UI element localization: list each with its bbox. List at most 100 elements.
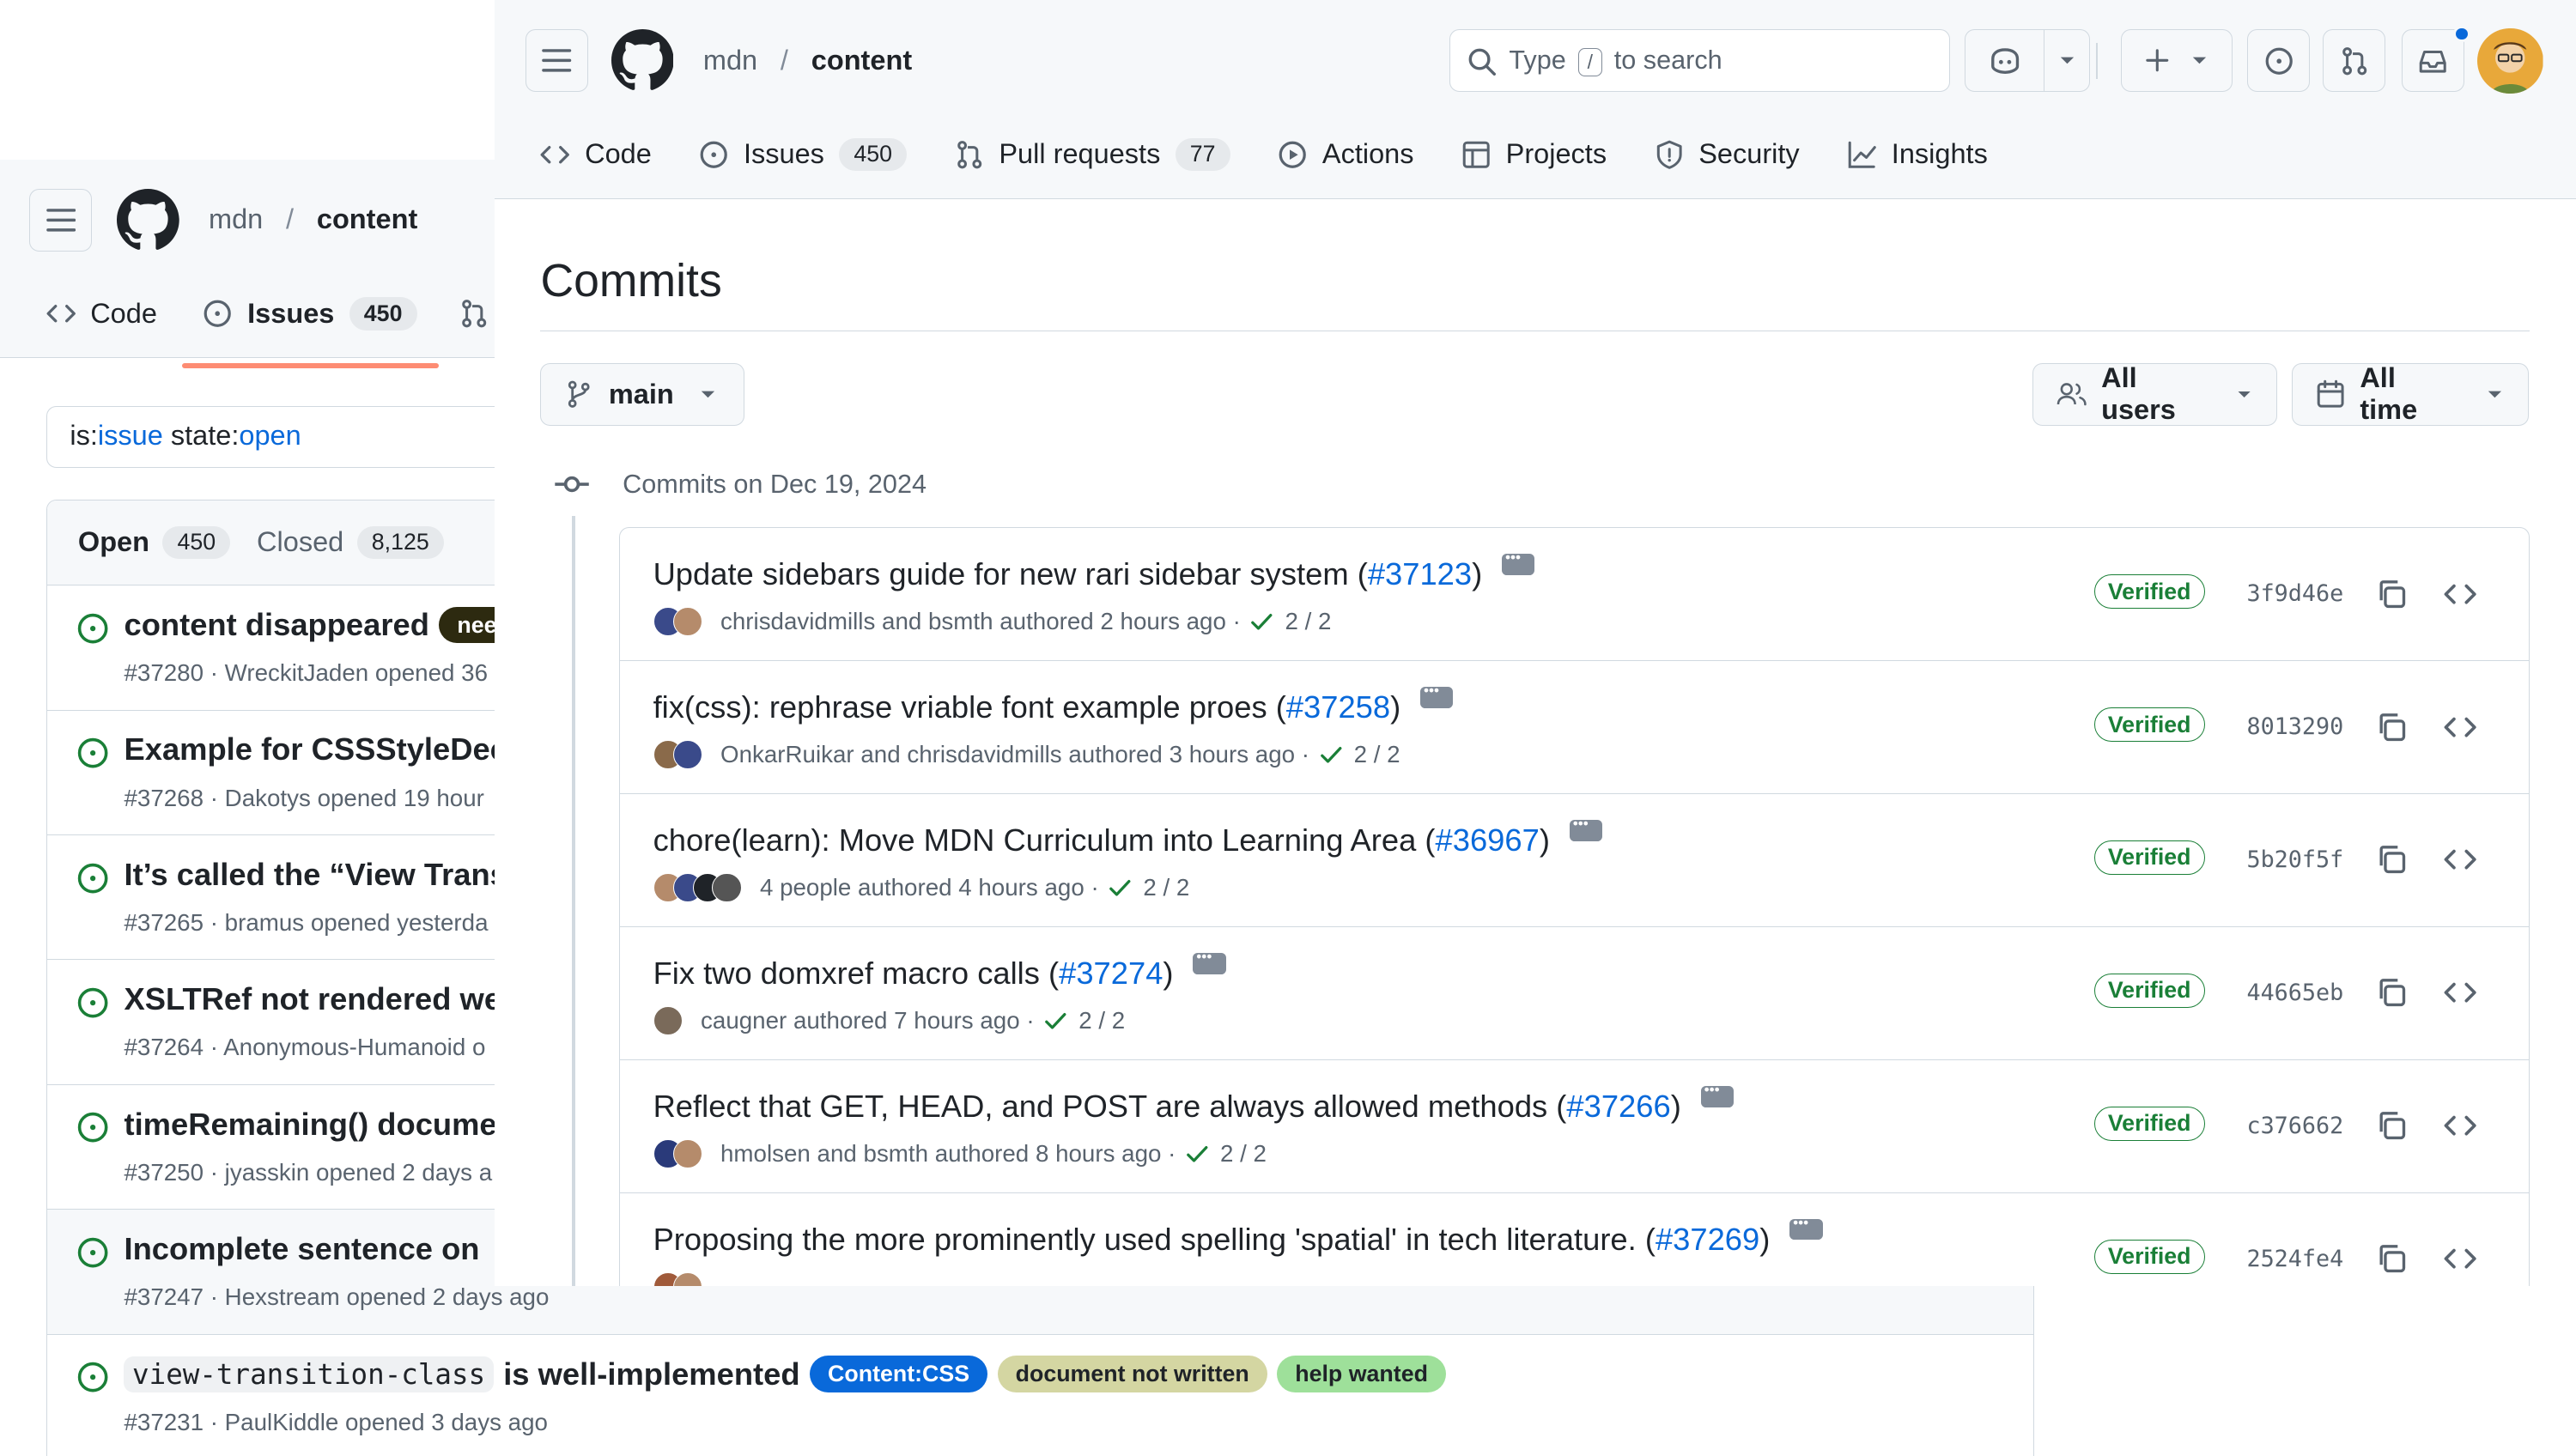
inbox-button[interactable] — [2402, 25, 2470, 93]
issue-title[interactable]: timeRemaining() docume — [124, 1107, 496, 1143]
author-avatar[interactable] — [672, 1271, 702, 1287]
commit-row[interactable]: chore(learn): Move MDN Curriculum into L… — [620, 794, 2530, 928]
copy-icon[interactable] — [2375, 711, 2408, 743]
author-avatar[interactable] — [672, 1138, 702, 1169]
commit-message-link[interactable]: Proposing the more prominently used spel… — [653, 1222, 1656, 1258]
repo-owner-link[interactable]: mdn — [209, 203, 263, 235]
label-document-not-written[interactable]: document not written — [997, 1356, 1267, 1392]
checks-status[interactable]: 2 / 2 — [1042, 1007, 1125, 1034]
commit-message-link[interactable]: Fix two domxref macro calls ( — [653, 956, 1060, 992]
repo-name-link[interactable]: content — [317, 203, 417, 235]
menu-button[interactable] — [526, 29, 588, 93]
avatar[interactable] — [2477, 27, 2543, 94]
checks-status[interactable]: 2 / 2 — [1249, 608, 1331, 635]
users-filter-button[interactable]: All users — [2032, 362, 2277, 426]
label-help-wanted[interactable]: help wanted — [1277, 1356, 1446, 1392]
author-avatar[interactable] — [712, 872, 742, 903]
copy-icon[interactable] — [2375, 976, 2408, 1009]
commit-row[interactable]: Update sidebars guide for new rari sideb… — [620, 528, 2530, 662]
commit-sha[interactable]: 8013290 — [2246, 713, 2343, 740]
tab-issues[interactable]: Issues 450 — [181, 281, 440, 368]
time-filter-button[interactable]: All time — [2292, 362, 2529, 426]
issue-title[interactable]: content disappeared — [124, 607, 428, 643]
label-content-css[interactable]: Content:CSS — [810, 1356, 988, 1392]
tab-code[interactable]: Code — [25, 281, 179, 347]
commit-sha[interactable]: 3f9d46e — [2246, 580, 2343, 607]
expand-message-icon[interactable] — [1789, 1214, 1823, 1241]
issue-row[interactable]: view-transition-class is well-implemente… — [47, 1335, 2033, 1456]
browse-code-icon[interactable] — [2444, 578, 2476, 610]
expand-message-icon[interactable] — [1700, 1081, 1735, 1107]
author-avatar[interactable] — [672, 606, 702, 637]
issue-title[interactable]: Example for CSSStyleDec — [124, 731, 507, 767]
verified-badge[interactable]: Verified — [2093, 1106, 2205, 1142]
issue-title[interactable]: Incomplete sentence on — [124, 1231, 479, 1267]
author-avatar[interactable] — [672, 739, 702, 770]
commit-sha[interactable]: 5b20f5f — [2246, 846, 2343, 873]
issue-title-code[interactable]: view-transition-class — [124, 1356, 494, 1392]
tab-actions[interactable]: Actions — [1256, 122, 1435, 188]
copy-icon[interactable] — [2375, 843, 2408, 876]
commit-row[interactable]: fix(css): rephrase vriable font example … — [620, 661, 2530, 795]
pull-request-link[interactable]: #37258 — [1286, 689, 1390, 725]
tab-insights[interactable]: Insights — [1826, 122, 2008, 188]
checks-status[interactable]: 2 / 2 — [1184, 1140, 1267, 1168]
branch-select-button[interactable]: main — [540, 362, 744, 426]
commit-row[interactable]: Proposing the more prominently used spel… — [620, 1193, 2529, 1287]
pull-request-link[interactable]: #37123 — [1368, 556, 1472, 592]
checks-status[interactable]: 2 / 2 — [1318, 741, 1400, 768]
copy-icon[interactable] — [2375, 578, 2408, 610]
verified-badge[interactable]: Verified — [2093, 573, 2205, 610]
copilot-button[interactable] — [1965, 29, 2090, 93]
expand-message-icon[interactable] — [1193, 948, 1226, 974]
copy-icon[interactable] — [2375, 1242, 2408, 1275]
tab-projects[interactable]: Projects — [1440, 122, 1628, 188]
commit-row[interactable]: Reflect that GET, HEAD, and POST are alw… — [620, 1060, 2530, 1193]
repo-owner-link[interactable]: mdn — [703, 45, 757, 76]
verified-badge[interactable]: Verified — [2093, 1239, 2205, 1275]
pull-request-link[interactable]: #36967 — [1436, 822, 1540, 858]
commit-message-link[interactable]: Reflect that GET, HEAD, and POST are alw… — [653, 1089, 1567, 1125]
commit-message-link[interactable]: fix(css): rephrase vriable font example … — [653, 689, 1286, 725]
commit-message-link[interactable]: chore(learn): Move MDN Curriculum into L… — [653, 822, 1436, 858]
closed-filter[interactable]: Closed 8,125 — [257, 525, 444, 560]
verified-badge[interactable]: Verified — [2093, 707, 2205, 743]
verified-badge[interactable]: Verified — [2093, 973, 2205, 1009]
tab-pull-requests[interactable]: Pull requests 77 — [933, 122, 1252, 188]
commit-row[interactable]: Fix two domxref macro calls (#37274) caug… — [620, 927, 2530, 1061]
browse-code-icon[interactable] — [2444, 976, 2476, 1009]
browse-code-icon[interactable] — [2444, 1242, 2476, 1275]
github-logo-icon[interactable] — [611, 29, 674, 92]
issue-title[interactable]: It’s called the “View Trans — [124, 857, 507, 893]
tab-code[interactable]: Code — [519, 122, 673, 188]
verified-badge[interactable]: Verified — [2093, 840, 2205, 876]
author-avatar[interactable] — [653, 1005, 683, 1036]
search-input[interactable]: Type / to search — [1449, 29, 1951, 93]
menu-button[interactable] — [29, 189, 93, 252]
pull-request-link[interactable]: #37266 — [1566, 1089, 1670, 1125]
create-new-button[interactable] — [2121, 29, 2233, 93]
browse-code-icon[interactable] — [2444, 1109, 2476, 1142]
browse-code-icon[interactable] — [2444, 711, 2476, 743]
github-logo-icon[interactable] — [116, 189, 179, 252]
issue-title[interactable]: XSLTRef not rendered we — [124, 981, 501, 1017]
browse-code-icon[interactable] — [2444, 843, 2476, 876]
pull-requests-button[interactable] — [2323, 29, 2386, 93]
open-filter[interactable]: Open 450 — [78, 525, 231, 560]
pull-request-link[interactable]: #37274 — [1059, 956, 1163, 992]
tab-security[interactable]: Security — [1633, 122, 1821, 188]
commit-sha[interactable]: 2524fe4 — [2246, 1246, 2343, 1272]
commit-sha[interactable]: c376662 — [2246, 1113, 2343, 1139]
expand-message-icon[interactable] — [1502, 549, 1535, 575]
expand-message-icon[interactable] — [1420, 682, 1454, 708]
expand-message-icon[interactable] — [1569, 815, 1603, 841]
issues-button[interactable] — [2247, 29, 2311, 93]
checks-status[interactable]: 2 / 2 — [1107, 874, 1189, 901]
commit-sha[interactable]: 44665eb — [2246, 980, 2343, 1006]
issue-title[interactable]: is well-implemented — [503, 1356, 799, 1392]
pull-request-link[interactable]: #37269 — [1656, 1222, 1759, 1258]
tab-issues[interactable]: Issues 450 — [677, 122, 928, 188]
commit-message-link[interactable]: Update sidebars guide for new rari sideb… — [653, 556, 1368, 592]
copy-icon[interactable] — [2375, 1109, 2408, 1142]
repo-name-link[interactable]: content — [811, 45, 912, 76]
